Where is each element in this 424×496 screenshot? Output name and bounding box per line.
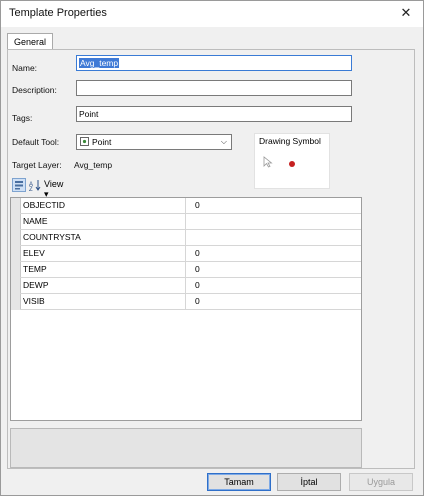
point-symbol-swatch [289, 161, 295, 167]
column-divider [185, 246, 186, 261]
dialog-title: Template Properties [9, 7, 107, 19]
column-divider [185, 214, 186, 229]
target-layer-label: Target Layer: [12, 160, 62, 170]
attribute-name: COUNTRYSTA [23, 232, 81, 242]
ok-button[interactable]: Tamam [207, 473, 271, 491]
template-properties-dialog: Template Properties ✕ General Name: Avg_… [0, 0, 424, 496]
dialog-client-area: General Name: Avg_temp Description: Tags… [1, 27, 423, 495]
column-divider [185, 198, 186, 213]
svg-text:Z: Z [29, 187, 33, 191]
tags-field[interactable]: Point [76, 106, 352, 122]
name-label: Name: [12, 63, 38, 73]
table-row[interactable]: VISIB 0 [20, 294, 361, 310]
attribute-value[interactable]: 0 [195, 296, 200, 306]
column-divider [185, 262, 186, 277]
general-tab-panel: Name: Avg_temp Description: Tags: Point … [7, 49, 415, 469]
title-bar[interactable]: Template Properties ✕ [1, 1, 423, 27]
table-row[interactable]: NAME [20, 214, 361, 230]
sort-alphabetical-icon[interactable]: A Z [29, 179, 41, 191]
column-divider [185, 278, 186, 293]
tab-general[interactable]: General [7, 33, 54, 50]
name-field[interactable]: Avg_temp [76, 55, 352, 71]
attribute-name: DEWP [23, 280, 49, 290]
attribute-name: ELEV [23, 248, 45, 258]
attribute-name: VISIB [23, 296, 45, 306]
attribute-name: OBJECTID [23, 200, 66, 210]
attribute-grid: OBJECTID 0 NAME COUNTRYSTA ELEV 0 TEMP 0 DEWP 0 VI… [10, 197, 362, 421]
attribute-name: TEMP [23, 264, 47, 274]
table-row[interactable]: COUNTRYSTA [20, 230, 361, 246]
attribute-value[interactable]: 0 [195, 264, 200, 274]
apply-button[interactable]: Uygula [349, 473, 413, 491]
attribute-value[interactable]: 0 [195, 200, 200, 210]
close-icon[interactable]: ✕ [397, 4, 415, 22]
categorized-view-icon[interactable] [12, 178, 26, 192]
table-row[interactable]: TEMP 0 [20, 262, 361, 278]
drawing-symbol-box[interactable]: Drawing Symbol [254, 133, 330, 189]
table-row[interactable]: ELEV 0 [20, 246, 361, 262]
attribute-name: NAME [23, 216, 48, 226]
column-divider [185, 230, 186, 245]
target-layer-value: Avg_temp [74, 160, 113, 170]
tags-label: Tags: [12, 113, 33, 123]
default-tool-value: Point [92, 137, 112, 147]
default-tool-combo[interactable]: Point ⌵ [76, 134, 232, 150]
attribute-value[interactable]: 0 [195, 248, 200, 258]
cursor-icon [263, 156, 273, 168]
table-row[interactable]: OBJECTID 0 [20, 198, 361, 214]
drawing-symbol-label: Drawing Symbol [259, 136, 321, 146]
chevron-down-icon: ⌵ [220, 137, 227, 146]
cancel-button[interactable]: İptal [277, 473, 341, 491]
description-field[interactable] [76, 80, 352, 96]
name-value: Avg_temp [79, 58, 120, 68]
table-row[interactable]: DEWP 0 [20, 278, 361, 294]
default-tool-label: Default Tool: [12, 137, 60, 147]
point-tool-icon [80, 137, 89, 146]
description-label: Description: [12, 85, 57, 95]
attribute-value[interactable]: 0 [195, 280, 200, 290]
column-divider [185, 294, 186, 309]
attribute-description-panel [10, 428, 362, 468]
